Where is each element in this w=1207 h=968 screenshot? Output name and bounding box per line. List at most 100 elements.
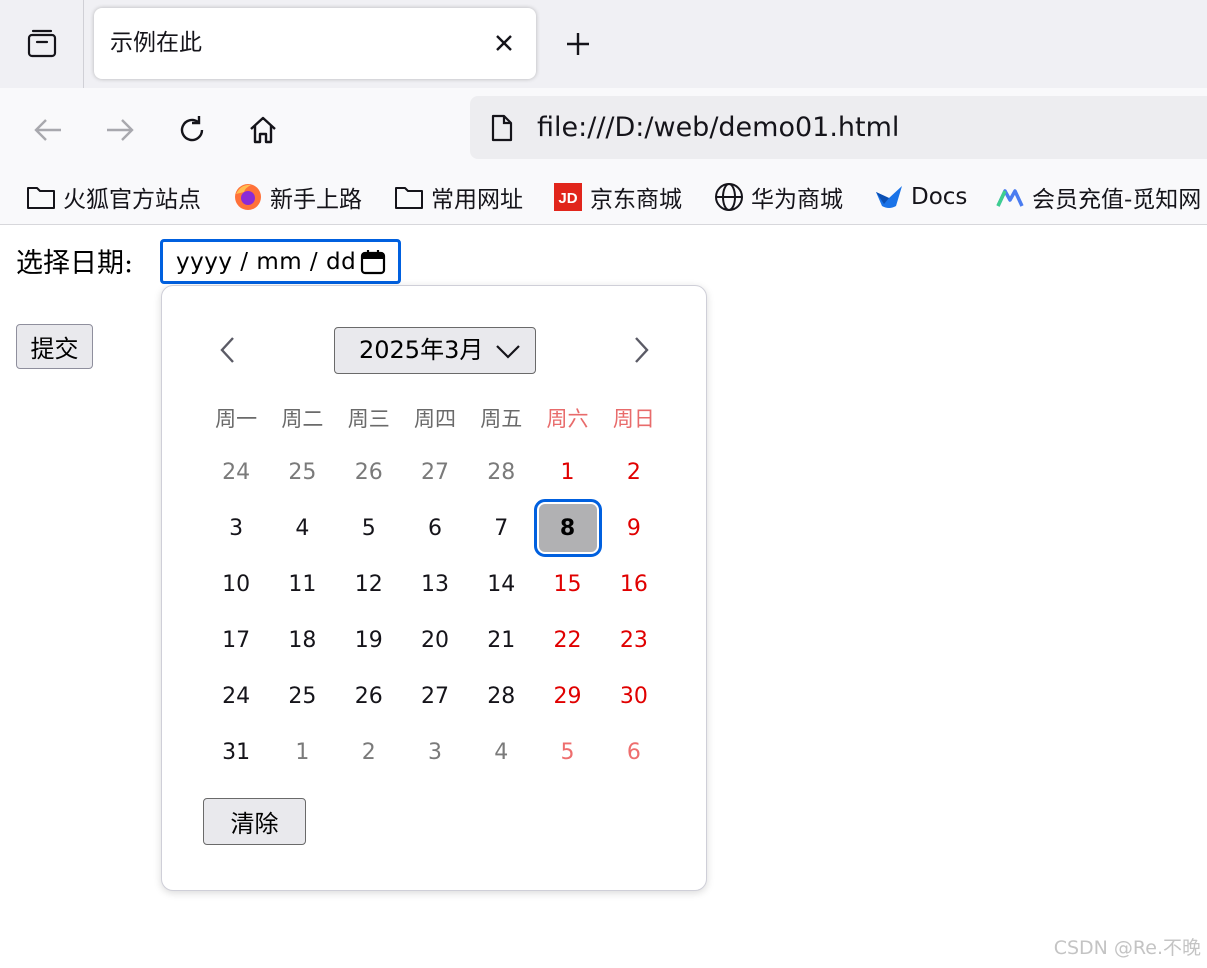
calendar-day[interactable]: 9	[601, 500, 667, 556]
calendar-day-number: 20	[420, 627, 449, 653]
calendar-day[interactable]: 5	[534, 724, 600, 780]
calendar-day-number: 26	[354, 459, 383, 485]
calendar-day[interactable]: 4	[468, 724, 534, 780]
new-tab-button[interactable]	[560, 26, 596, 62]
calendar-day[interactable]: 16	[601, 556, 667, 612]
next-month-button[interactable]	[625, 332, 657, 368]
calendar-day[interactable]: 4	[269, 500, 335, 556]
calendar-day[interactable]: 30	[601, 668, 667, 724]
calendar-day[interactable]: 3	[203, 500, 269, 556]
calendar-day[interactable]: 24	[203, 444, 269, 500]
calendar-day-number: 18	[288, 627, 317, 653]
bookmark-label: Docs	[911, 184, 968, 210]
calendar-day[interactable]: 14	[468, 556, 534, 612]
tab-active[interactable]: 示例在此	[94, 8, 536, 79]
weekday-header: 周一 周二 周三 周四 周五 周六 周日	[203, 402, 667, 436]
calendar-day[interactable]: 3	[402, 724, 468, 780]
month-year-select[interactable]: 2025年3月	[334, 327, 536, 374]
bookmark-item[interactable]: Docs	[873, 179, 967, 215]
calendar-day[interactable]: 13	[402, 556, 468, 612]
forward-button[interactable]	[98, 108, 142, 152]
calendar-day[interactable]: 31	[203, 724, 269, 780]
calendar-day-number: 9	[626, 515, 641, 541]
calendar-day[interactable]: 26	[336, 444, 402, 500]
calendar-day-number: 30	[619, 683, 648, 709]
calendar-day[interactable]: 25	[269, 668, 335, 724]
calendar-day-number: 19	[354, 627, 383, 653]
calendar-icon[interactable]	[360, 249, 386, 275]
calendar-day[interactable]: 1	[269, 724, 335, 780]
date-label: 选择日期:	[16, 248, 134, 279]
calendar-day[interactable]: 26	[336, 668, 402, 724]
calendar-day[interactable]: 10	[203, 556, 269, 612]
calendar-day-number: 5	[560, 739, 575, 765]
home-button[interactable]	[241, 108, 285, 152]
folder-icon	[25, 182, 56, 213]
weekday-label: 周五	[480, 407, 523, 431]
calendar-week-row: 17 18 19 20 21 22 23	[203, 612, 667, 668]
url-bar[interactable]: file:///D:/web/demo01.html	[470, 96, 1207, 159]
tab-title: 示例在此	[110, 30, 202, 56]
weekday-label: 周日	[612, 407, 655, 431]
bookmark-item[interactable]: JD 京东商城	[552, 179, 682, 215]
calendar-day-number: 24	[222, 459, 251, 485]
calendar-day[interactable]: 22	[534, 612, 600, 668]
tab-overview-button[interactable]	[0, 0, 84, 88]
calendar-day[interactable]: 5	[336, 500, 402, 556]
weekday-label: 周二	[281, 407, 324, 431]
calendar-day[interactable]: 24	[203, 668, 269, 724]
calendar-day[interactable]: 27	[402, 444, 468, 500]
calendar-day[interactable]: 11	[269, 556, 335, 612]
close-icon[interactable]	[490, 29, 518, 57]
bookmark-item[interactable]: 火狐官方站点	[25, 179, 201, 215]
calendar-day-number: 31	[222, 739, 251, 765]
prev-month-button[interactable]	[212, 332, 244, 368]
calendar-day[interactable]: 28	[468, 444, 534, 500]
calendar-week-row: 31 1 2 3 4 5 6	[203, 724, 667, 780]
bookmark-item[interactable]: 会员充值-觅知网	[994, 179, 1201, 215]
calendar-day[interactable]: 2	[336, 724, 402, 780]
calendar-week-row: 24 25 26 27 28 29 30	[203, 668, 667, 724]
calendar-day-number: 2	[626, 459, 641, 485]
calendar-day[interactable]: 6	[601, 724, 667, 780]
calendar-day-number: 21	[487, 627, 516, 653]
calendar-day-number: 27	[420, 683, 449, 709]
bookmark-item[interactable]: 新手上路	[232, 179, 362, 215]
calendar-day[interactable]: 6	[402, 500, 468, 556]
calendar-day-number: 4	[494, 739, 509, 765]
calendar-day-number: 7	[494, 515, 509, 541]
calendar-day[interactable]: 29	[534, 668, 600, 724]
calendar-day-number: 4	[295, 515, 310, 541]
weekday-label: 周六	[546, 407, 589, 431]
calendar-day[interactable]: 1	[534, 444, 600, 500]
submit-button[interactable]: 提交	[16, 324, 93, 369]
bookmark-item[interactable]: 常用网址	[393, 179, 523, 215]
calendar-day[interactable]: 27	[402, 668, 468, 724]
reload-button[interactable]	[170, 108, 214, 152]
clear-button[interactable]: 清除	[203, 798, 306, 845]
calendar-day-number: 28	[487, 683, 516, 709]
calendar-day[interactable]: 28	[468, 668, 534, 724]
page-icon	[491, 114, 513, 142]
calendar-day[interactable]: 7	[468, 500, 534, 556]
calendar-day[interactable]: 17	[203, 612, 269, 668]
calendar-day[interactable]: 18	[269, 612, 335, 668]
nav-bar: file:///D:/web/demo01.html	[0, 88, 1207, 172]
calendar-day[interactable]: 19	[336, 612, 402, 668]
calendar-day-number: 25	[288, 683, 317, 709]
firefox-icon	[232, 182, 263, 213]
calendar-day[interactable]: 23	[601, 612, 667, 668]
calendar-day-number: 6	[626, 739, 641, 765]
calendar-week-row: 3 4 5 6 789	[203, 499, 667, 557]
weekday-label: 周三	[347, 407, 390, 431]
calendar-day[interactable]: 2	[601, 444, 667, 500]
calendar-day[interactable]: 12	[336, 556, 402, 612]
calendar-day-selected[interactable]: 8	[533, 499, 602, 557]
calendar-day[interactable]: 20	[402, 612, 468, 668]
calendar-day[interactable]: 25	[269, 444, 335, 500]
date-input[interactable]: yyyy / mm / dd	[160, 239, 401, 284]
back-button[interactable]	[26, 108, 70, 152]
calendar-day[interactable]: 21	[468, 612, 534, 668]
bookmark-item[interactable]: 华为商城	[713, 179, 843, 215]
calendar-day[interactable]: 15	[534, 556, 600, 612]
